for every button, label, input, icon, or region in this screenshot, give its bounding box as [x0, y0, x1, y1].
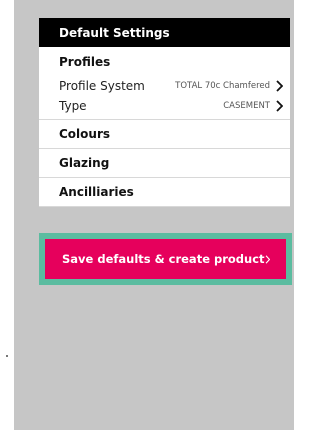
row-type[interactable]: Type CASEMENT: [39, 96, 290, 116]
row-type-value: CASEMENT: [223, 101, 270, 111]
default-settings-card: Default Settings Profiles Profile System…: [39, 18, 290, 207]
left-edge: [0, 0, 14, 445]
chevron-right-icon: [265, 254, 270, 264]
row-type-label: Type: [59, 99, 87, 113]
section-colours-label: Colours: [59, 127, 111, 141]
edge-marker: [6, 355, 8, 357]
profiles-rows: Profile System TOTAL 70c Chamfered Type …: [39, 76, 290, 120]
chevron-right-icon: [276, 100, 283, 112]
row-profile-system-value: TOTAL 70c Chamfered: [175, 81, 270, 91]
settings-title: Default Settings: [59, 25, 170, 40]
section-colours[interactable]: Colours: [39, 120, 290, 149]
cta-label: Save defaults & create product: [62, 252, 265, 266]
settings-header: Default Settings: [39, 18, 290, 47]
section-profiles-label: Profiles: [59, 54, 111, 69]
section-glazing-label: Glazing: [59, 156, 110, 170]
section-ancillaries-label: Ancilliaries: [59, 185, 134, 199]
section-profiles[interactable]: Profiles: [39, 47, 290, 76]
section-glazing[interactable]: Glazing: [39, 149, 290, 178]
section-ancillaries[interactable]: Ancilliaries: [39, 178, 290, 207]
row-profile-system-label: Profile System: [59, 79, 145, 93]
save-defaults-create-product-button[interactable]: Save defaults & create product: [45, 239, 286, 279]
row-profile-system[interactable]: Profile System TOTAL 70c Chamfered: [39, 76, 290, 96]
chevron-right-icon: [276, 80, 283, 92]
